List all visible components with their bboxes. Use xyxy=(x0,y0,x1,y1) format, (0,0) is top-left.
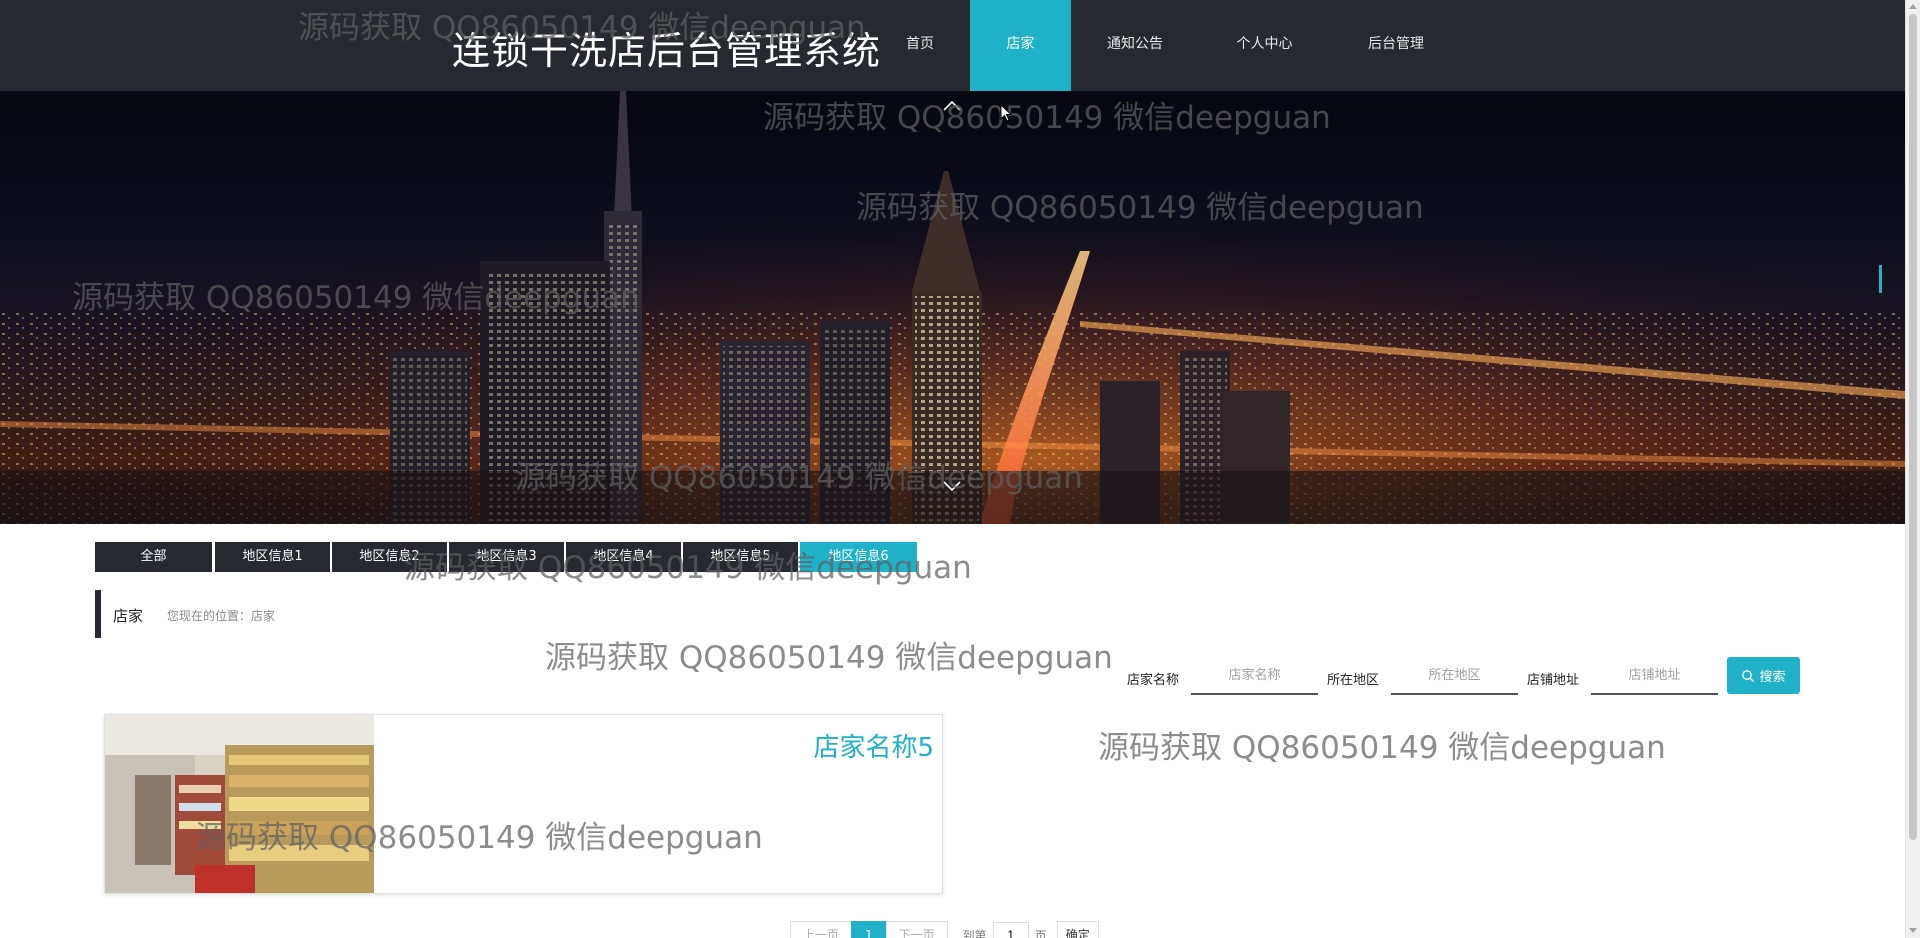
page-title: 店家 xyxy=(113,607,144,625)
search-button-label: 搜索 xyxy=(1759,670,1786,685)
region-tab-3[interactable]: 地区信息3 xyxy=(449,542,564,572)
region-input[interactable] xyxy=(1391,657,1518,695)
watermark: 源码获取 QQ86050149 微信deepguan xyxy=(545,640,1113,676)
breadcrumb: 店家 您现在的位置：店家 xyxy=(95,590,275,638)
carousel-next-button[interactable] xyxy=(940,476,964,496)
search-button[interactable]: 搜索 xyxy=(1727,657,1800,694)
nav-item-home[interactable]: 首页 xyxy=(870,0,970,91)
site-title: 连锁干洗店后台管理系统 xyxy=(452,29,882,73)
region-filter-tabs: 全部 地区信息1 地区信息2 地区信息3 地区信息4 地区信息5 地区信息6 xyxy=(95,542,919,572)
mouse-cursor-icon xyxy=(1000,104,1013,122)
shop-card[interactable]: 店家名称5 xyxy=(104,714,943,894)
region-tab-1[interactable]: 地区信息1 xyxy=(215,542,330,572)
city-night-image xyxy=(0,91,1905,524)
chevron-down-icon xyxy=(943,481,961,492)
chevron-up-icon xyxy=(943,100,961,111)
address-input[interactable] xyxy=(1591,657,1718,695)
nav-item-notices[interactable]: 通知公告 xyxy=(1071,0,1199,91)
breadcrumb-location: 您现在的位置：店家 xyxy=(167,609,276,623)
goto-suffix: 页 xyxy=(1034,928,1047,938)
page-scrollbar[interactable] xyxy=(1905,0,1920,938)
shop-name-input[interactable] xyxy=(1191,657,1318,695)
region-tab-6[interactable]: 地区信息6 xyxy=(800,542,917,572)
page-number-input[interactable] xyxy=(992,922,1029,938)
goto-prefix: 到第 xyxy=(962,928,987,938)
top-navbar: 连锁干洗店后台管理系统 首页 店家 通知公告 个人中心 后台管理 xyxy=(0,0,1905,91)
scrollbar-thumb[interactable] xyxy=(1909,14,1917,840)
address-label: 店铺地址 xyxy=(1527,673,1580,688)
region-label: 所在地区 xyxy=(1327,673,1380,688)
prev-page-button[interactable]: 上一页 xyxy=(790,921,853,938)
carousel-indicator[interactable] xyxy=(1879,265,1882,293)
pagination: 上一页 1 下一页 到第 页 确定 xyxy=(790,920,1099,938)
nav-item-admin[interactable]: 后台管理 xyxy=(1330,0,1462,91)
banner-carousel xyxy=(0,91,1905,524)
nav-item-shops[interactable]: 店家 xyxy=(970,0,1071,91)
shop-image xyxy=(105,715,374,893)
shop-name-label: 店家名称 xyxy=(1127,673,1180,688)
shop-name: 店家名称5 xyxy=(813,733,934,763)
page: 连锁干洗店后台管理系统 首页 店家 通知公告 个人中心 后台管理 全部 地区信息… xyxy=(0,0,1920,938)
page-1-button[interactable]: 1 xyxy=(851,921,887,938)
region-tab-4[interactable]: 地区信息4 xyxy=(566,542,681,572)
region-tab-all[interactable]: 全部 xyxy=(95,542,212,572)
region-tab-5[interactable]: 地区信息5 xyxy=(683,542,798,572)
next-page-button[interactable]: 下一页 xyxy=(885,921,948,938)
scroll-down-arrow-icon[interactable] xyxy=(1909,928,1917,933)
scroll-up-arrow-icon[interactable] xyxy=(1909,4,1917,9)
watermark: 源码获取 QQ86050149 微信deepguan xyxy=(1098,730,1666,766)
region-tab-2[interactable]: 地区信息2 xyxy=(332,542,447,572)
goto-confirm-button[interactable]: 确定 xyxy=(1056,921,1099,938)
search-icon xyxy=(1742,669,1755,682)
nav-item-profile[interactable]: 个人中心 xyxy=(1199,0,1330,91)
main-nav: 首页 店家 通知公告 个人中心 后台管理 xyxy=(870,0,1462,91)
carousel-prev-button[interactable] xyxy=(940,96,964,116)
